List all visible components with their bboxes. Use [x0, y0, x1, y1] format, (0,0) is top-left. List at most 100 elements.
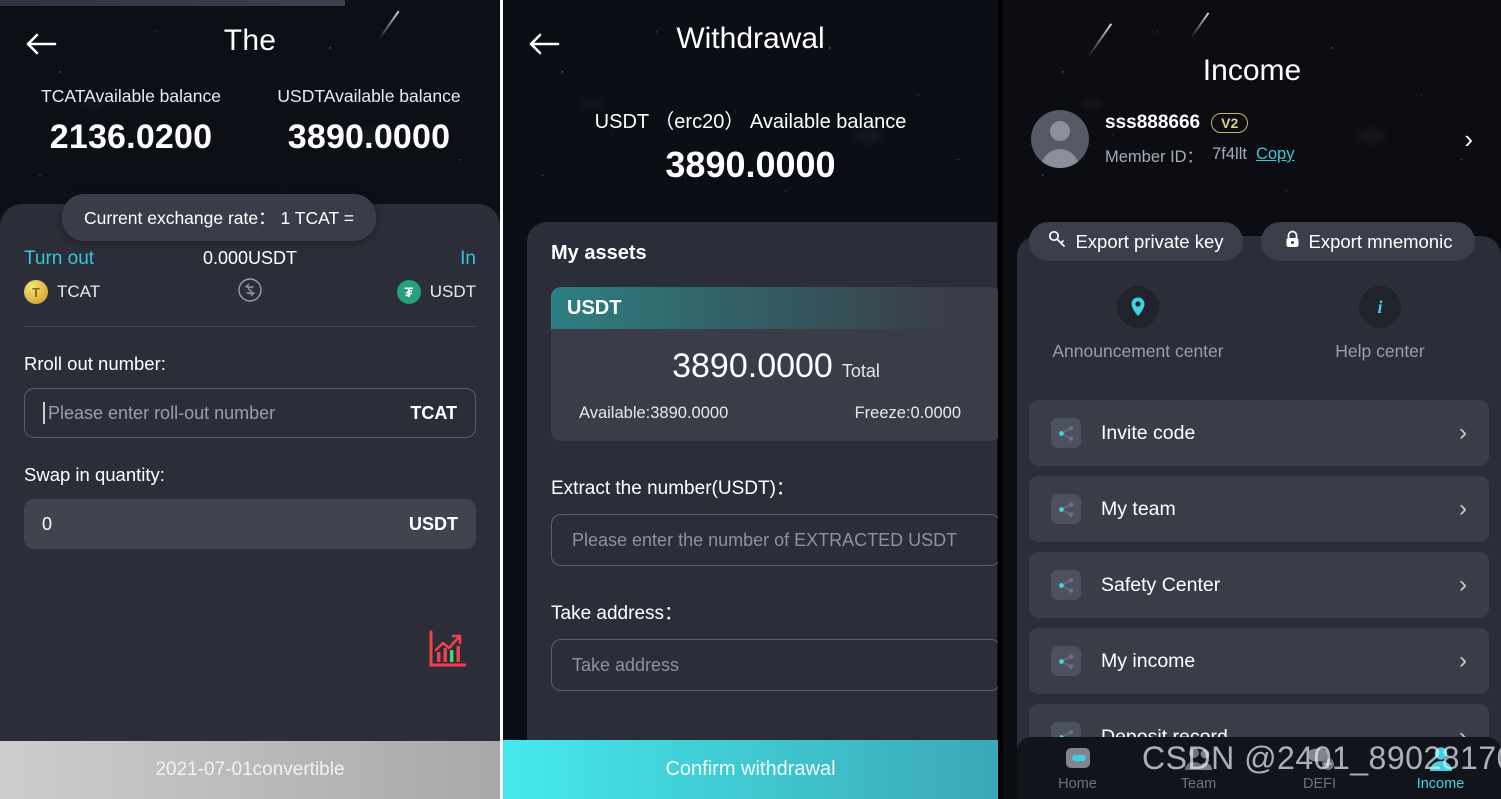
avatar-icon	[1031, 110, 1089, 168]
chevron-right-icon: ›	[1459, 571, 1467, 598]
balance-label: USDT （erc20） Available balance	[594, 111, 907, 133]
help-center-shortcut[interactable]: i Help center	[1259, 286, 1501, 362]
section-divider	[24, 326, 476, 327]
swap-out-label: Turn out	[24, 248, 95, 269]
member-id-value: 7f4llt	[1212, 145, 1247, 163]
announcement-center-label: Announcement center	[1052, 341, 1224, 361]
balance-tcat: TCATAvailable balance 2136.0200	[12, 86, 250, 157]
swap-out-side[interactable]: Turn out T TCAT	[24, 248, 174, 304]
panel-income: Income sss888666 V2 Member ID： 7f4llt Co…	[1003, 0, 1501, 799]
text-caret	[43, 402, 45, 424]
asset-total-value: 3890.0000	[672, 347, 833, 385]
take-address-input[interactable]: Take address	[551, 639, 998, 691]
balance-value: 2136.0200	[49, 118, 213, 156]
asset-freeze: Freeze:0.0000	[854, 404, 961, 422]
extract-number-input[interactable]: Please enter the number of EXTRACTED USD…	[551, 514, 998, 566]
menu-item-my-income[interactable]: My income ›	[1029, 628, 1489, 694]
announcement-center-shortcut[interactable]: Announcement center	[1017, 286, 1259, 362]
swap-exchange-icon[interactable]: $	[174, 277, 326, 303]
export-private-key-button[interactable]: Export private key	[1029, 222, 1243, 261]
panel-withdrawal: Withdrawal USDT （erc20） Available balanc…	[503, 0, 998, 799]
roll-out-label: Rroll out number:	[24, 353, 166, 374]
roll-out-placeholder: Please enter roll-out number	[48, 402, 276, 423]
swap-direction-row: Turn out T TCAT 0.000USDT $ In ₮ USDT	[24, 204, 476, 304]
swap-in-coin-label: USDT	[429, 282, 476, 301]
page-title: Withdrawal	[676, 22, 825, 55]
swap-in-coin[interactable]: ₮ USDT	[326, 280, 476, 304]
defi-coins-icon	[1304, 744, 1336, 772]
copy-button[interactable]: Copy	[1256, 145, 1295, 164]
balance-label: USDTAvailable balance	[277, 86, 461, 106]
asset-available: Available:3890.0000	[579, 404, 729, 422]
export-buttons: Export private key Export mnemonic	[1029, 222, 1475, 261]
avatar-body	[1041, 149, 1079, 168]
balance-usdt: USDTAvailable balance 3890.0000	[250, 86, 488, 157]
bottom-tab-bar: Home Team DEFI Income	[1017, 737, 1501, 799]
tab-team[interactable]: Team	[1138, 737, 1259, 799]
asset-total-label: Total	[841, 361, 880, 381]
level-badge: V2	[1211, 112, 1249, 133]
usdt-asset-card[interactable]: USDT 3890.0000 Total Available:3890.0000 …	[551, 287, 998, 441]
asset-symbol: USDT	[551, 287, 998, 329]
my-assets-heading: My assets	[551, 242, 647, 264]
export-mnemonic-button[interactable]: Export mnemonic	[1261, 222, 1475, 261]
menu-item-my-team[interactable]: My team ›	[1029, 476, 1489, 542]
profile-name-row: sss888666 V2	[1105, 112, 1464, 134]
menu-item-invite-code[interactable]: Invite code ›	[1029, 400, 1489, 466]
asset-footer-row: Available:3890.0000 Freeze:0.0000	[551, 392, 998, 441]
tab-team-label: Team	[1180, 776, 1217, 792]
income-sheet: Announcement center i Help center Invite…	[1017, 236, 1501, 799]
location-pin-icon	[1117, 286, 1159, 328]
menu-item-label: My income	[1101, 649, 1196, 672]
tab-home-label: Home	[1058, 776, 1097, 792]
profile-row[interactable]: sss888666 V2 Member ID： 7f4llt Copy ›	[1031, 110, 1485, 168]
svg-text:i: i	[1377, 297, 1382, 317]
swap-out-coin[interactable]: T TCAT	[24, 280, 174, 304]
take-address-label: Take address：	[551, 603, 684, 624]
menu-item-label: Invite code	[1101, 421, 1196, 444]
svg-text:$: $	[248, 286, 253, 297]
withdrawal-sheet: My assets USDT 3890.0000 Total Available:…	[527, 222, 998, 799]
swap-in-quantity-label: Swap in quantity:	[24, 464, 165, 485]
share-nodes-icon	[1051, 418, 1081, 448]
home-icon	[1063, 744, 1093, 772]
comet-streak	[1190, 12, 1210, 38]
share-nodes-icon	[1051, 646, 1081, 676]
roll-out-input[interactable]: Please enter roll-out number TCAT	[24, 388, 476, 438]
income-person-icon	[1426, 744, 1456, 772]
income-menu-list: Invite code › My team › Safety Center ›	[1029, 400, 1489, 780]
tab-income[interactable]: Income	[1380, 737, 1501, 799]
menu-item-label: Safety Center	[1101, 573, 1221, 596]
swap-in-quantity-input[interactable]: 0 USDT	[24, 499, 476, 549]
roll-out-suffix: TCAT	[410, 402, 457, 423]
swap-hero: The TCATAvailable balance 2136.0200 USDT…	[0, 0, 500, 224]
export-private-key-label: Export private key	[1075, 230, 1224, 252]
center-shortcuts: Announcement center i Help center	[1017, 286, 1501, 362]
extract-number-label: Extract the number(USDT)：	[551, 478, 795, 499]
swap-sheet: Current exchange rate： 1 TCAT = Turn out…	[0, 194, 500, 799]
member-id-row: Member ID： 7f4llt Copy	[1105, 143, 1464, 167]
member-id-label: Member ID：	[1105, 147, 1204, 166]
panel-swap: The TCATAvailable balance 2136.0200 USDT…	[0, 0, 500, 799]
usdt-coin-icon: ₮	[396, 280, 421, 304]
info-icon: i	[1359, 286, 1401, 328]
swap-in-quantity-value: 0	[42, 513, 53, 534]
menu-item-label: My team	[1101, 497, 1176, 520]
three-panel-screenshot: The TCATAvailable balance 2136.0200 USDT…	[0, 0, 1501, 799]
swap-navbar: The	[0, 0, 500, 86]
confirm-withdrawal-button[interactable]: Confirm withdrawal	[503, 740, 998, 799]
swap-middle: 0.000USDT $	[174, 248, 326, 303]
tab-home[interactable]: Home	[1017, 737, 1138, 799]
tab-defi[interactable]: DEFI	[1259, 737, 1380, 799]
swap-in-side[interactable]: In ₮ USDT	[326, 248, 476, 304]
convertible-footer-button[interactable]: 2021-07-01convertible	[0, 741, 500, 799]
trend-chart-icon[interactable]	[426, 628, 468, 675]
balance-label: TCATAvailable balance	[41, 86, 221, 106]
chevron-right-icon: ›	[1459, 647, 1467, 674]
asset-total-row: 3890.0000 Total	[551, 329, 998, 392]
chevron-right-icon[interactable]: ›	[1464, 124, 1473, 155]
menu-item-safety-center[interactable]: Safety Center ›	[1029, 552, 1489, 618]
swap-in-label: In	[460, 248, 476, 269]
key-icon	[1048, 230, 1067, 254]
username: sss888666	[1105, 111, 1201, 133]
